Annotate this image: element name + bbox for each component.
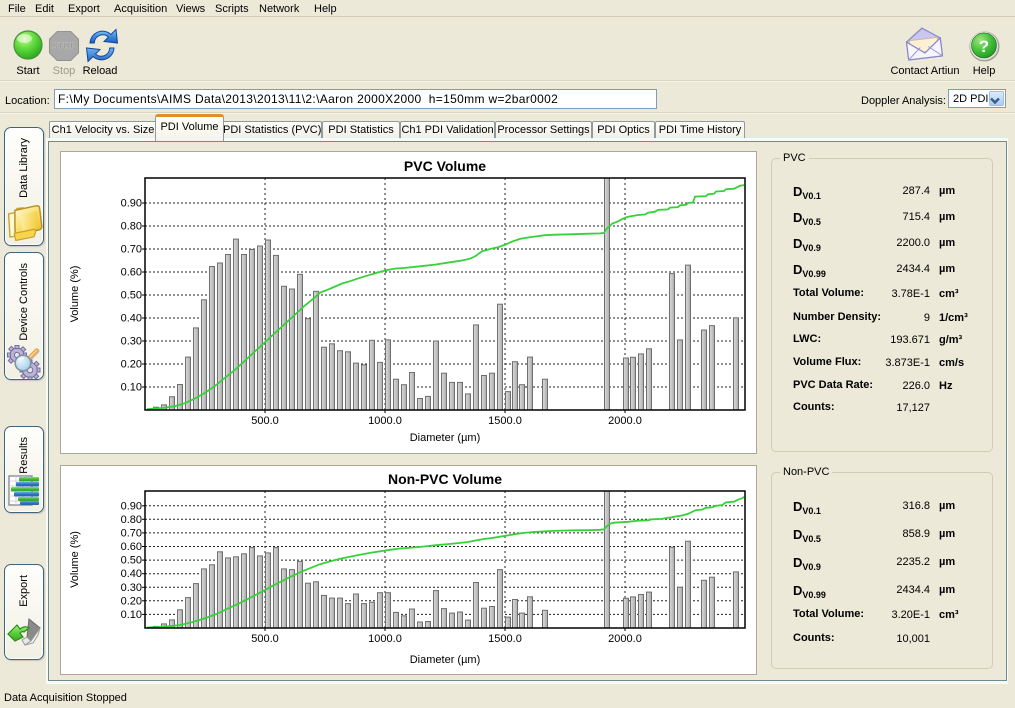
svg-text:0.40: 0.40: [121, 568, 142, 580]
svg-text:Diameter (µm): Diameter (µm): [410, 432, 481, 444]
svg-text:1000.0: 1000.0: [368, 415, 402, 427]
svg-text:0.50: 0.50: [121, 290, 142, 302]
svg-text:0.80: 0.80: [121, 514, 142, 526]
svg-text:0.70: 0.70: [121, 527, 142, 539]
svg-text:2000.0: 2000.0: [608, 633, 642, 645]
svg-text:0.60: 0.60: [121, 267, 142, 279]
svg-text:0.70: 0.70: [121, 244, 142, 256]
svg-text:0.10: 0.10: [121, 382, 142, 394]
svg-text:500.0: 500.0: [251, 415, 279, 427]
svg-text:0.40: 0.40: [121, 313, 142, 325]
svg-text:0.20: 0.20: [121, 359, 142, 371]
svg-text:0.80: 0.80: [121, 221, 142, 233]
svg-text:500.0: 500.0: [251, 633, 279, 645]
svg-text:Volume (%): Volume (%): [69, 266, 81, 323]
svg-text:?: ?: [979, 37, 989, 56]
svg-text:Diameter (µm): Diameter (µm): [410, 654, 481, 666]
svg-text:0.50: 0.50: [121, 555, 142, 567]
svg-text:2000.0: 2000.0: [608, 415, 642, 427]
svg-text:1500.0: 1500.0: [488, 415, 522, 427]
svg-text:0.90: 0.90: [121, 198, 142, 210]
svg-text:PVC Volume: PVC Volume: [404, 158, 486, 174]
svg-text:0.60: 0.60: [121, 541, 142, 553]
svg-text:0.30: 0.30: [121, 582, 142, 594]
svg-text:0.10: 0.10: [121, 609, 142, 621]
svg-text:STOP: STOP: [52, 41, 76, 51]
svg-text:1500.0: 1500.0: [488, 633, 522, 645]
svg-text:0.30: 0.30: [121, 336, 142, 348]
svg-text:Volume (%): Volume (%): [69, 531, 81, 588]
svg-text:0.90: 0.90: [121, 500, 142, 512]
svg-text:0.20: 0.20: [121, 595, 142, 607]
svg-text:Non-PVC Volume: Non-PVC Volume: [388, 471, 502, 487]
svg-text:1000.0: 1000.0: [368, 633, 402, 645]
